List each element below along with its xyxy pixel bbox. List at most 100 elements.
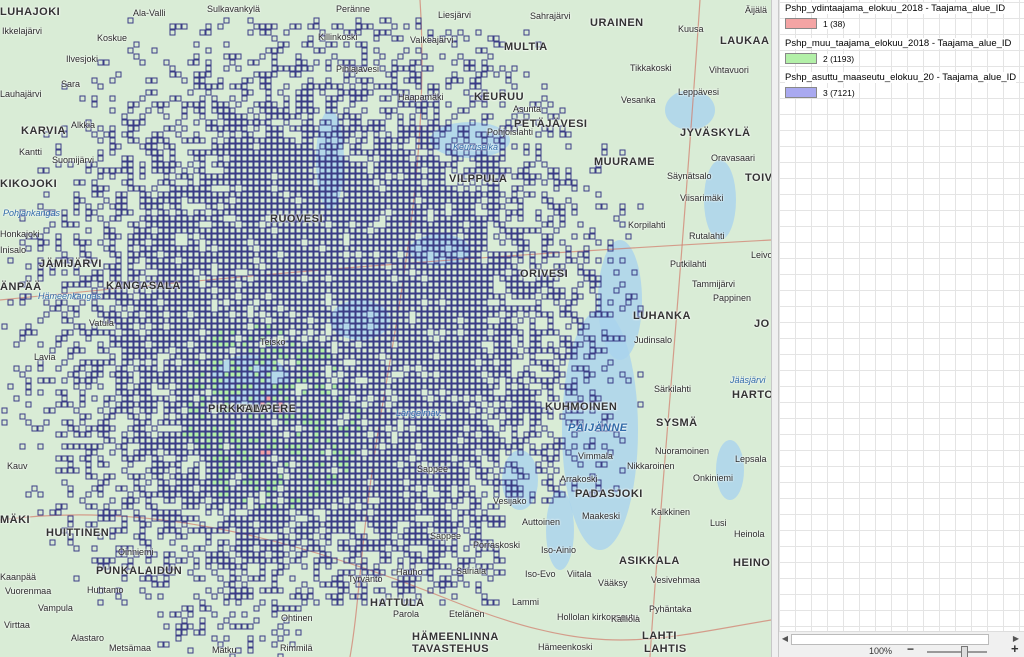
grid-cell [211,257,218,264]
grid-cell [235,449,242,456]
grid-cell [337,473,344,480]
grid-cell [289,263,296,270]
grid-cell [493,71,500,78]
grid-cell [343,521,350,528]
grid-cell [337,227,344,234]
grid-cell [457,371,464,378]
grid-cell [409,503,416,510]
grid-cell [289,353,296,360]
map-canvas[interactable]: LUHAJOKI Ikkelajärvi Ala-Valli Sulkavankylä… [0,0,771,657]
grid-cell [337,425,344,432]
grid-cell [379,515,386,522]
grid-cell [97,479,104,486]
grid-cell [139,299,146,306]
grid-cell [451,503,458,510]
grid-cell [205,473,212,480]
grid-cell [193,497,200,504]
grid-cell [391,293,398,300]
grid-cell [397,341,404,348]
grid-cell [391,473,398,480]
grid-cell [517,173,524,180]
grid-cell [175,509,182,516]
grid-cell [265,443,272,450]
grid-cell [277,461,284,468]
grid-cell [469,275,476,282]
grid-cell [331,53,338,60]
grid-cell [583,251,590,258]
grid-cell [247,527,254,534]
grid-cell [445,287,452,294]
grid-cell [211,149,218,156]
grid-cell [319,377,326,384]
grid-cell [127,395,134,402]
grid-cell [529,341,536,348]
grid-cell [301,401,308,408]
grid-cell [349,227,356,234]
grid-cell [397,509,404,516]
grid-cell [391,227,398,234]
grid-cell [415,155,422,162]
grid-cell [277,143,284,150]
grid-cell [427,287,434,294]
grid-cell [115,485,122,492]
grid-cell [181,413,188,420]
grid-cell [391,419,398,426]
grid-cell [475,197,482,204]
grid-cell [187,101,194,108]
grid-cell [331,491,338,498]
grid-cell [481,347,488,354]
grid-cell [97,125,104,132]
grid-cell [421,491,428,498]
grid-cell [325,521,332,528]
grid-cell [127,359,134,366]
grid-cell [325,95,332,102]
grid-cell [259,521,266,528]
grid-cell [331,485,338,492]
grid-cell [289,257,296,264]
grid-cell [85,383,92,390]
grid-cell [271,365,278,372]
grid-cell [229,113,236,120]
grid-cell [109,473,116,480]
grid-cell [475,299,482,306]
grid-cell [397,257,404,264]
grid-cell [355,257,362,264]
grid-cell [343,41,350,48]
grid-cell [127,299,134,306]
grid-cell [385,113,392,120]
grid-cell [403,371,410,378]
grid-cell [331,281,338,288]
grid-cell [151,215,158,222]
grid-cell [559,221,566,228]
grid-cell [319,287,326,294]
grid-cell [307,119,314,126]
grid-cell [157,383,164,390]
grid-cell [295,377,302,384]
grid-cell [427,383,434,390]
grid-cell [511,227,518,234]
grid-cell [361,479,368,486]
grid-cell [397,101,404,108]
grid-cell [427,185,434,192]
grid-cell [349,245,356,252]
grid-cell [253,509,260,516]
grid-cell [205,347,212,354]
grid-cell [85,425,92,432]
grid-cell [199,191,206,198]
grid-cell [361,53,368,60]
grid-cell [373,125,380,132]
grid-cell [469,413,476,420]
grid-cell [457,515,464,522]
grid-cell [307,455,314,462]
grid-cell [511,173,518,180]
grid-cell [397,65,404,72]
grid-cell [85,503,92,510]
grid-cell [403,47,410,54]
grid-cell [187,449,194,456]
grid-cell [247,155,254,162]
grid-cell [577,263,584,270]
grid-cell [139,359,146,366]
grid-cell [73,341,80,348]
grid-cell [511,143,518,150]
grid-cell [325,527,332,534]
